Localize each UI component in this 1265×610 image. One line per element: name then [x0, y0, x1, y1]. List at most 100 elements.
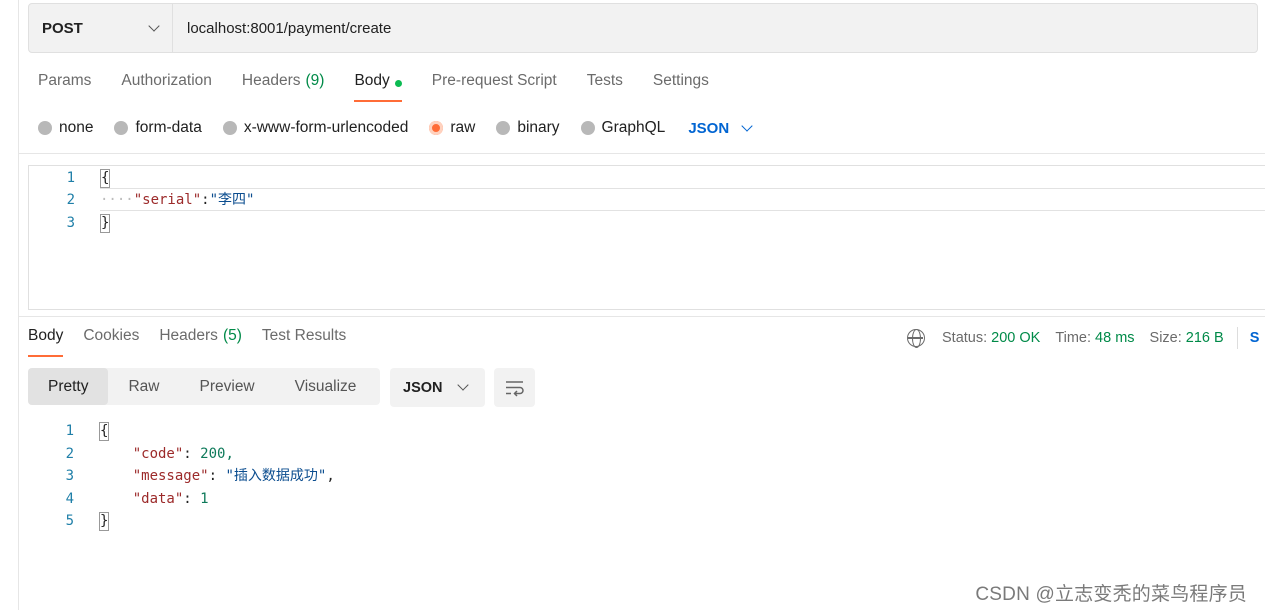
radio-label: GraphQL	[601, 119, 666, 136]
headers-count: (9)	[305, 72, 325, 89]
modified-dot-icon	[394, 80, 402, 87]
tab-pre-request-script[interactable]: Pre-request Script	[432, 72, 557, 102]
response-line: 3 "message": "插入数据成功",	[28, 465, 335, 487]
view-pretty[interactable]: Pretty	[28, 368, 109, 405]
json-value: "插入数据成功"	[225, 468, 327, 484]
json-value: 1	[200, 490, 209, 507]
tab-headers[interactable]: Headers (9)	[242, 72, 325, 102]
globe-icon[interactable]	[907, 329, 925, 348]
format-label: JSON	[403, 379, 443, 396]
radio-label: none	[59, 119, 94, 136]
radio-label: binary	[517, 119, 560, 136]
tab-cookies[interactable]: Cookies	[83, 327, 139, 357]
view-raw[interactable]: Raw	[108, 368, 179, 405]
size-label: Size:	[1149, 330, 1182, 346]
response-view-segmented: Pretty Raw Preview Visualize	[28, 368, 380, 405]
request-tabs: Params Authorization Headers (9) Body Pre…	[38, 72, 739, 104]
tab-label: Settings	[652, 72, 709, 89]
tab-label: Body	[354, 72, 390, 89]
csdn-watermark: CSDN @立志变秃的菜鸟程序员	[975, 584, 1247, 605]
json-value: "李四"	[209, 192, 255, 208]
time-label: Time:	[1055, 330, 1092, 346]
radio-circle-icon	[222, 121, 237, 135]
tab-label: Test Results	[261, 327, 347, 344]
tab-body[interactable]: Body	[354, 72, 403, 102]
section-divider	[19, 316, 1265, 317]
response-body-viewer[interactable]: 1 { 2 "code": 200, 3 "message": "插入数据成功"…	[28, 420, 1228, 540]
tab-authorization[interactable]: Authorization	[121, 72, 211, 102]
save-response-button[interactable]: S	[1250, 330, 1260, 346]
line-number: 4	[65, 490, 74, 507]
radio-x-www-form-urlencoded[interactable]: x-www-form-urlencoded	[222, 119, 408, 137]
response-format-select[interactable]: JSON	[390, 368, 485, 407]
chevron-down-icon	[741, 119, 753, 132]
tab-label: Body	[28, 327, 64, 344]
radio-circle-icon	[114, 121, 129, 135]
tab-label: Tests	[586, 72, 623, 89]
tab-test-results[interactable]: Test Results	[262, 327, 346, 357]
json-colon: :	[183, 445, 192, 462]
left-sidebar-strip	[0, 0, 19, 610]
chevron-down-icon	[148, 19, 160, 32]
language-label: JSON	[688, 119, 730, 137]
view-preview[interactable]: Preview	[180, 368, 275, 405]
size-value[interactable]: 216 B	[1186, 330, 1224, 346]
method-label: POST	[42, 19, 83, 37]
tab-label: Pre-request Script	[431, 72, 557, 89]
close-brace: }	[99, 512, 110, 531]
request-url-bar: POST localhost:8001/payment/create	[28, 3, 1258, 53]
radio-raw[interactable]: raw	[429, 119, 475, 137]
headers-count: (5)	[222, 327, 242, 344]
request-body-editor[interactable]: 1 { 2 ····"serial":"李四" 3 }	[28, 165, 1265, 310]
body-mode-selector: none form-data x-www-form-urlencoded raw…	[38, 117, 753, 139]
response-status-bar: Status: 200 OK Time: 48 ms Size: 216 B S	[907, 327, 1259, 349]
radio-label: form-data	[135, 119, 202, 136]
line-number: 3	[66, 215, 75, 231]
json-key: "code"	[132, 445, 184, 462]
open-brace: {	[100, 169, 111, 188]
tab-label: Cookies	[83, 327, 140, 344]
tab-label: Headers	[241, 72, 301, 89]
json-comma: ,	[326, 468, 335, 484]
url-input[interactable]: localhost:8001/payment/create	[173, 20, 391, 37]
wrap-lines-icon	[506, 381, 524, 397]
tab-tests[interactable]: Tests	[587, 72, 623, 102]
response-tabs: Body Cookies Headers (5) Test Results	[28, 327, 366, 359]
json-key: "message"	[132, 468, 209, 484]
status-value[interactable]: 200 OK	[991, 330, 1040, 346]
view-visualize[interactable]: Visualize	[275, 368, 377, 405]
line-number: 1	[65, 423, 74, 439]
tab-response-body[interactable]: Body	[28, 327, 64, 357]
response-line: 4 "data": 1	[28, 488, 209, 510]
tab-settings[interactable]: Settings	[653, 72, 709, 102]
json-value: 200,	[200, 445, 234, 462]
time-value[interactable]: 48 ms	[1095, 330, 1135, 346]
radio-selected-icon	[429, 121, 444, 135]
json-key: "serial"	[133, 192, 202, 208]
tab-label: Params	[38, 72, 92, 89]
tab-label: Authorization	[121, 72, 212, 89]
radio-form-data[interactable]: form-data	[114, 119, 202, 137]
radio-graphql[interactable]: GraphQL	[580, 119, 666, 137]
method-select[interactable]: POST	[29, 4, 173, 52]
editor-line: 1 {	[29, 167, 111, 189]
radio-circle-icon	[496, 121, 511, 135]
wrap-lines-button[interactable]	[494, 368, 535, 407]
status-label: Status:	[942, 330, 988, 346]
language-select[interactable]: JSON	[688, 119, 753, 137]
radio-binary[interactable]: binary	[496, 119, 560, 137]
tab-response-headers[interactable]: Headers (5)	[159, 327, 242, 357]
response-line: 5 }	[28, 510, 110, 532]
line-number: 1	[66, 170, 75, 186]
editor-line: 2 ····"serial":"李四"	[29, 189, 255, 211]
json-key: "data"	[132, 490, 184, 507]
whitespace-marker: ····	[100, 192, 134, 208]
tab-label: Headers	[159, 327, 218, 344]
tab-params[interactable]: Params	[38, 72, 91, 102]
json-colon: :	[183, 490, 192, 507]
json-colon: :	[201, 192, 210, 208]
radio-none[interactable]: none	[38, 119, 93, 137]
active-line-highlight	[100, 188, 1265, 211]
response-line: 2 "code": 200,	[28, 443, 234, 465]
chevron-down-icon	[457, 379, 469, 391]
